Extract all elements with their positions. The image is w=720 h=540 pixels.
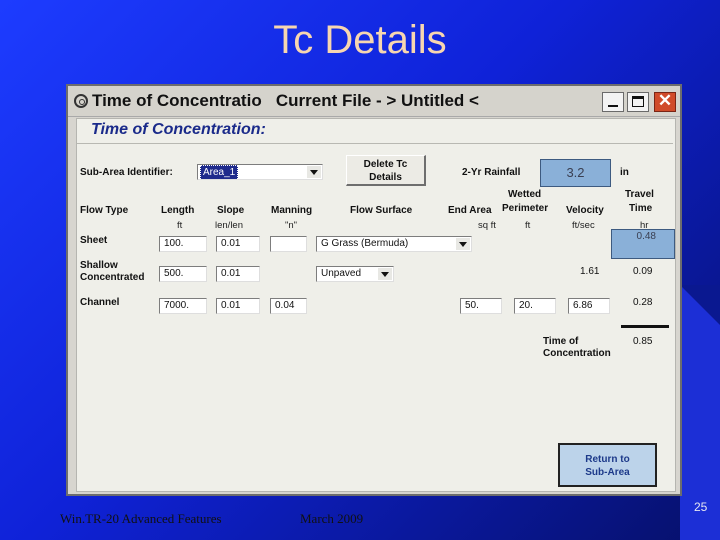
- subarea-value: Area_1: [200, 165, 239, 179]
- subarea-select[interactable]: Area_1: [197, 164, 323, 180]
- sheet-length-input[interactable]: 100.: [159, 236, 207, 252]
- chevron-down-icon[interactable]: [378, 268, 392, 280]
- unit-length: ft: [177, 220, 183, 231]
- channel-length-input[interactable]: 7000.: [159, 298, 207, 314]
- channel-end-area-input[interactable]: 50.: [460, 298, 502, 314]
- slide-decoration-wedge: [680, 285, 720, 325]
- total-label-2: Concentration: [543, 348, 611, 359]
- maximize-icon[interactable]: [627, 92, 649, 112]
- header-flow-type: Flow Type: [80, 205, 129, 216]
- shallow-surface-value: Unpaved: [321, 268, 362, 279]
- header-length: Length: [161, 205, 195, 216]
- shallow-travel-time: 0.09: [633, 266, 653, 277]
- rainfall-label: 2-Yr Rainfall: [462, 167, 521, 178]
- delete-tc-details-button[interactable]: Delete Tc Details: [346, 155, 426, 186]
- total-divider: [621, 325, 669, 328]
- header-end-area: End Area: [448, 205, 492, 216]
- minimize-icon[interactable]: [602, 92, 624, 112]
- unit-perimeter: ft: [525, 220, 531, 231]
- channel-travel-time: 0.28: [633, 297, 653, 308]
- heading-divider: [77, 143, 673, 144]
- sheet-manning-input[interactable]: [270, 236, 307, 252]
- channel-perimeter-input[interactable]: 20.: [514, 298, 556, 314]
- header-velocity: Velocity: [566, 205, 604, 216]
- tc-details-window: Time of Concentratio Current File - > Un…: [66, 84, 682, 496]
- header-wetted: Wetted: [508, 189, 542, 200]
- unit-velocity: ft/sec: [572, 220, 595, 231]
- footer-left: Win.TR-20 Advanced Features: [60, 511, 222, 526]
- chevron-down-icon[interactable]: [456, 238, 470, 250]
- shallow-surface-select[interactable]: Unpaved: [316, 266, 394, 282]
- row-shallow-label-1: Shallow: [80, 260, 118, 271]
- close-icon[interactable]: ✕: [654, 91, 676, 112]
- sheet-surface-value: G Grass (Bermuda): [321, 238, 409, 249]
- footer-date: March 2009: [300, 511, 364, 526]
- channel-slope-input[interactable]: 0.01: [216, 298, 260, 314]
- rainfall-input[interactable]: 3.2: [540, 159, 611, 187]
- sheet-travel-time: 0.48: [611, 229, 675, 259]
- total-time-of-concentration: 0.85: [633, 336, 653, 347]
- row-shallow-label-2: Concentrated: [80, 272, 145, 283]
- return-to-subarea-button[interactable]: Return to Sub-Area: [558, 443, 657, 487]
- unit-manning: "n": [285, 220, 298, 231]
- tc-form-panel: Time of Concentration: Sub-Area Identifi…: [76, 118, 676, 492]
- shallow-slope-input[interactable]: 0.01: [216, 266, 260, 282]
- header-flow-surface: Flow Surface: [350, 205, 413, 216]
- unit-end-area: sq ft: [478, 220, 496, 231]
- channel-manning-input[interactable]: 0.04: [270, 298, 307, 314]
- row-sheet-label: Sheet: [80, 235, 108, 246]
- shallow-length-input[interactable]: 500.: [159, 266, 207, 282]
- header-slope: Slope: [217, 205, 245, 216]
- shallow-velocity: 1.61: [580, 266, 600, 277]
- sheet-surface-select[interactable]: G Grass (Bermuda): [316, 236, 472, 252]
- app-icon[interactable]: [74, 94, 88, 108]
- header-manning: Manning: [271, 205, 313, 216]
- page-number: 25: [694, 500, 708, 514]
- window-titlebar[interactable]: Time of Concentratio Current File - > Un…: [68, 86, 680, 117]
- slide-title: Tc Details: [273, 18, 447, 62]
- subarea-label: Sub-Area Identifier:: [80, 167, 173, 178]
- header-perimeter: Perimeter: [502, 203, 549, 214]
- form-heading: Time of Concentration:: [91, 121, 266, 138]
- header-time: Time: [629, 203, 653, 214]
- total-label-1: Time of: [543, 336, 579, 347]
- window-title: Time of Concentratio Current File - > Un…: [92, 91, 479, 110]
- channel-velocity-input[interactable]: 6.86: [568, 298, 610, 314]
- unit-slope: len/len: [215, 220, 243, 231]
- rainfall-unit: in: [620, 167, 629, 178]
- chevron-down-icon[interactable]: [307, 166, 321, 178]
- header-travel: Travel: [625, 189, 654, 200]
- row-channel-label: Channel: [80, 297, 120, 308]
- sheet-slope-input[interactable]: 0.01: [216, 236, 260, 252]
